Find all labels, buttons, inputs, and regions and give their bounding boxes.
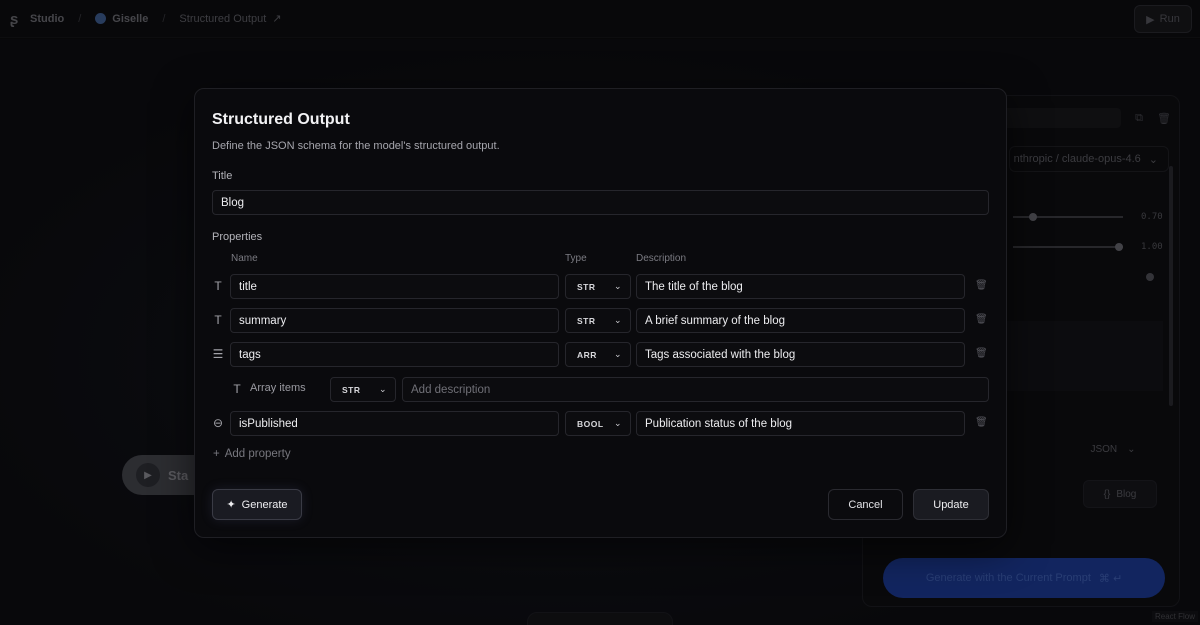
array-item-type-select[interactable]: STR ⌄ xyxy=(330,377,396,402)
property-type-select[interactable]: ARR ⌄ xyxy=(565,342,631,367)
array-item-type-value: STR xyxy=(342,384,361,395)
column-header-type: Type xyxy=(565,253,587,264)
property-type-select[interactable]: STR ⌄ xyxy=(565,274,631,299)
plus-icon: + xyxy=(213,448,220,460)
trash-icon[interactable]: 🗑 xyxy=(975,417,988,428)
column-header-name: Name xyxy=(231,253,258,264)
list-icon: ☰ xyxy=(212,347,224,361)
toggle-icon: ⊖ xyxy=(212,416,224,430)
array-items-label: Array items xyxy=(250,382,306,394)
array-item-description-input[interactable]: Add description xyxy=(402,377,989,402)
trash-icon[interactable]: 🗑 xyxy=(975,314,988,325)
trash-icon[interactable]: 🗑 xyxy=(975,280,988,291)
text-icon: T xyxy=(214,279,222,293)
cancel-button[interactable]: Cancel xyxy=(828,489,903,520)
chevron-down-icon: ⌄ xyxy=(613,418,622,428)
text-icon: T xyxy=(214,313,222,327)
property-description-input[interactable]: Publication status of the blog xyxy=(636,411,965,436)
column-header-description: Description xyxy=(636,253,687,264)
property-type-select[interactable]: BOOL ⌄ xyxy=(565,411,631,436)
property-description-input[interactable]: The title of the blog xyxy=(636,274,965,299)
property-description-input[interactable]: A brief summary of the blog xyxy=(636,308,965,333)
chevron-down-icon: ⌄ xyxy=(613,315,622,325)
chevron-down-icon: ⌄ xyxy=(378,384,387,394)
trash-icon[interactable]: 🗑 xyxy=(975,348,988,359)
dialog-description: Define the JSON schema for the model's s… xyxy=(212,140,500,152)
dialog-title: Structured Output xyxy=(212,111,350,128)
chevron-down-icon: ⌄ xyxy=(613,349,622,359)
chevron-down-icon: ⌄ xyxy=(613,281,622,291)
update-button[interactable]: Update xyxy=(913,489,989,520)
property-type-value: BOOL xyxy=(577,418,604,429)
property-name-input[interactable]: tags xyxy=(230,342,559,367)
property-type-value: STR xyxy=(577,315,596,326)
properties-label: Properties xyxy=(212,231,263,243)
structured-output-dialog: Structured Output Define the JSON schema… xyxy=(194,88,1007,538)
property-name-input[interactable]: isPublished xyxy=(230,411,559,436)
property-name-input[interactable]: summary xyxy=(230,308,559,333)
add-property-button[interactable]: + Add property xyxy=(213,448,291,460)
generate-button[interactable]: ✦ Generate xyxy=(212,489,302,520)
property-type-value: ARR xyxy=(577,349,597,360)
property-description-input[interactable]: Tags associated with the blog xyxy=(636,342,965,367)
generate-button-label: Generate xyxy=(241,498,288,511)
title-label: Title xyxy=(212,170,233,182)
add-property-label: Add property xyxy=(224,448,291,460)
property-type-value: STR xyxy=(577,281,596,292)
schema-title-input[interactable]: Blog xyxy=(212,190,989,215)
property-type-select[interactable]: STR ⌄ xyxy=(565,308,631,333)
text-icon: T xyxy=(233,382,241,396)
property-name-input[interactable]: title xyxy=(230,274,559,299)
sparkle-icon: ✦ xyxy=(226,499,236,511)
